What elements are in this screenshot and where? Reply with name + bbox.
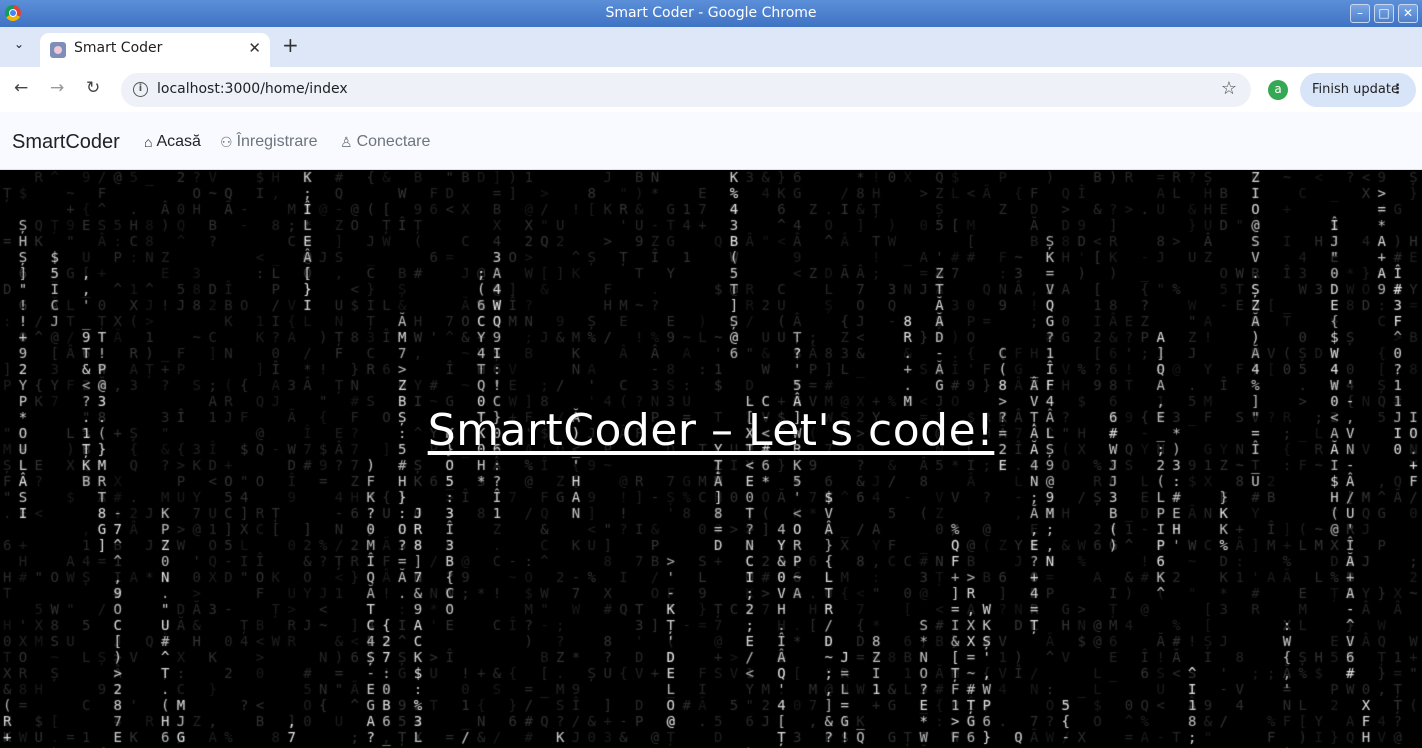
tab-smart-coder[interactable]: Smart Coder ✕: [40, 33, 270, 67]
back-button[interactable]: ←: [14, 78, 28, 98]
nav-link-register[interactable]: ⚇ Înregistrare: [220, 133, 317, 151]
tab-search-button[interactable]: ⌄: [8, 37, 30, 57]
nav-label-register: Înregistrare: [236, 133, 318, 150]
finish-update-label: Finish update: [1312, 82, 1399, 97]
home-icon: ⌂: [144, 134, 153, 150]
profile-avatar[interactable]: a: [1268, 80, 1288, 100]
close-window-button[interactable]: ✕: [1398, 4, 1418, 23]
menu-kebab-icon[interactable]: ⋮: [1391, 73, 1404, 107]
window-title: Smart Coder - Google Chrome: [605, 5, 817, 21]
nav-label-login: Conectare: [356, 133, 431, 150]
nav-link-home[interactable]: ⌂ Acasă: [144, 133, 201, 151]
site-navbar: SmartCoder ⌂ Acasă ⚇ Înregistrare ♙ Cone…: [0, 112, 1422, 170]
matrix-rain-canvas: [0, 170, 1422, 748]
tab-close-icon[interactable]: ✕: [248, 39, 261, 57]
url-text[interactable]: localhost:3000/home/index: [157, 81, 348, 97]
bookmark-star-icon[interactable]: ☆: [1221, 78, 1237, 99]
address-bar[interactable]: i localhost:3000/home/index ☆: [121, 73, 1251, 107]
person-plus-icon: ⚇: [220, 133, 233, 150]
site-favicon-icon: [50, 42, 66, 58]
site-info-icon[interactable]: i: [133, 82, 148, 97]
nav-link-login[interactable]: ♙ Conectare: [340, 133, 430, 151]
matrix-rain-background: SmartCoder – Let's code!: [0, 170, 1422, 748]
nav-label-home: Acasă: [156, 133, 201, 150]
os-title-bar: Smart Coder - Google Chrome – □ ✕: [0, 0, 1422, 27]
minimize-button[interactable]: –: [1350, 4, 1370, 23]
reload-button[interactable]: ↻: [86, 78, 100, 98]
tab-title: Smart Coder: [74, 40, 163, 56]
browser-toolbar: ← → ↻ i localhost:3000/home/index ☆: [0, 67, 1422, 112]
forward-button[interactable]: →: [50, 78, 64, 98]
maximize-button[interactable]: □: [1374, 4, 1394, 23]
finish-update-button[interactable]: Finish update ⋮: [1300, 73, 1416, 107]
person-icon: ♙: [340, 133, 353, 150]
tab-strip: ⌄ Smart Coder ✕ +: [0, 27, 1422, 67]
site-brand[interactable]: SmartCoder: [12, 131, 120, 154]
new-tab-button[interactable]: +: [282, 33, 299, 57]
hero-title[interactable]: SmartCoder – Let's code!: [0, 405, 1422, 456]
